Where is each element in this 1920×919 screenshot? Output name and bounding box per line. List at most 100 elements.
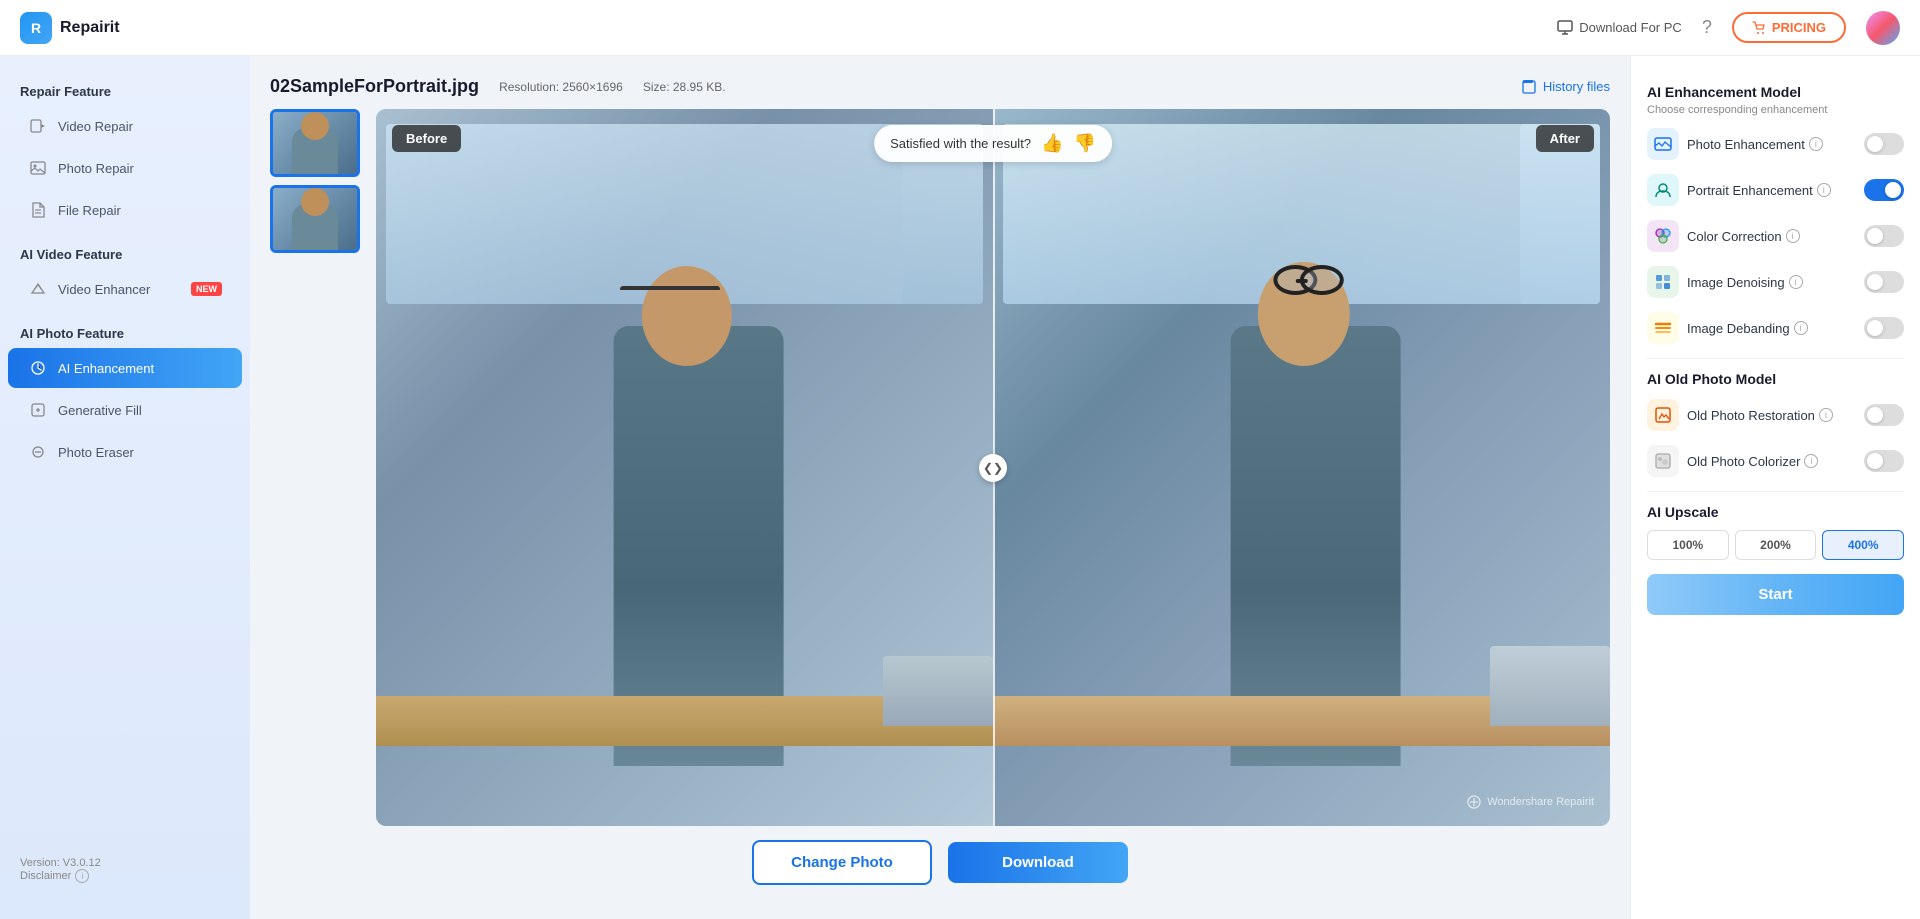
- download-pc-link[interactable]: Download For PC: [1557, 20, 1682, 36]
- old-photo-restoration-icon: [1647, 399, 1679, 431]
- cart-icon: [1752, 21, 1766, 35]
- old-photo-colorizer-info[interactable]: i: [1804, 454, 1818, 468]
- user-avatar[interactable]: [1866, 11, 1900, 45]
- thumbs-up-button[interactable]: 👍: [1041, 133, 1063, 154]
- ai-enhancement-subtitle: Choose corresponding enhancement: [1647, 104, 1904, 116]
- before-image: [376, 109, 993, 826]
- photo-enhancement-row: Photo Enhancement i: [1647, 128, 1904, 160]
- file-info-bar: 02SampleForPortrait.jpg Resolution: 2560…: [270, 76, 1610, 97]
- divider-handle[interactable]: ❮❯: [979, 454, 1007, 482]
- color-correction-toggle[interactable]: [1864, 225, 1904, 247]
- pricing-button[interactable]: PRICING: [1732, 12, 1846, 43]
- sidebar-item-video-enhancer[interactable]: Video Enhancer NEW: [8, 269, 242, 309]
- pricing-label: PRICING: [1772, 20, 1826, 35]
- old-photo-colorizer-toggle[interactable]: [1864, 450, 1904, 472]
- thumb-photo-1: [273, 112, 357, 174]
- sidebar-item-photo-eraser[interactable]: Photo Eraser: [8, 432, 242, 472]
- app-name: Repairit: [60, 19, 120, 37]
- app-logo: R Repairit: [20, 12, 120, 44]
- app-header: R Repairit Download For PC ? PRICING: [0, 0, 1920, 56]
- watermark: Wondershare Repairit: [1466, 794, 1594, 810]
- panel-divider-1: [1647, 358, 1904, 359]
- thumbnail-strip: ✓ ✓: [270, 109, 366, 826]
- sidebar-label-photo-eraser: Photo Eraser: [58, 445, 134, 460]
- old-photo-restoration-toggle[interactable]: [1864, 404, 1904, 426]
- video-repair-icon: [28, 116, 48, 136]
- start-button[interactable]: Start: [1647, 574, 1904, 615]
- color-correction-info[interactable]: i: [1786, 229, 1800, 243]
- before-label: Before: [392, 125, 461, 152]
- sidebar-label-ai-enhancement: AI Enhancement: [58, 361, 154, 376]
- image-debanding-toggle[interactable]: [1864, 317, 1904, 339]
- photo-enhancement-toggle[interactable]: [1864, 133, 1904, 155]
- history-files-label: History files: [1543, 79, 1610, 94]
- ai-upscale-title: AI Upscale: [1647, 504, 1904, 520]
- portrait-enhancement-info[interactable]: i: [1817, 183, 1831, 197]
- photo-eraser-icon: [28, 442, 48, 462]
- sidebar-bottom: Version: V3.0.12 Disclaimer i: [0, 841, 250, 899]
- thumbs-down-button[interactable]: 👎: [1073, 133, 1095, 154]
- ai-enhancement-icon: [28, 358, 48, 378]
- old-photo-colorizer-label: Old Photo Colorizer i: [1687, 454, 1856, 469]
- bottom-bar: Change Photo Download: [270, 826, 1610, 899]
- thumbnail-1[interactable]: ✓: [270, 109, 360, 177]
- sidebar-item-generative-fill[interactable]: Generative Fill: [8, 390, 242, 430]
- portrait-enhancement-toggle[interactable]: [1864, 179, 1904, 201]
- after-image: [993, 109, 1610, 826]
- old-photo-colorizer-icon: [1647, 445, 1679, 477]
- color-correction-row: Color Correction i: [1647, 220, 1904, 252]
- satisfied-popup: Satisfied with the result? 👍 👎: [874, 125, 1112, 162]
- old-photo-restoration-info[interactable]: i: [1819, 408, 1833, 422]
- image-denoising-info[interactable]: i: [1789, 275, 1803, 289]
- image-debanding-icon: [1647, 312, 1679, 344]
- sidebar-item-photo-repair[interactable]: Photo Repair: [8, 148, 242, 188]
- main-layout: Repair Feature Video Repair Photo Repair…: [0, 56, 1920, 919]
- history-files-button[interactable]: History files: [1521, 79, 1610, 95]
- old-photo-colorizer-row: Old Photo Colorizer i: [1647, 445, 1904, 477]
- center-content: 02SampleForPortrait.jpg Resolution: 2560…: [250, 56, 1630, 919]
- image-viewer: Before After Satisfied with the result? …: [376, 109, 1610, 826]
- photo-enhancement-label: Photo Enhancement i: [1687, 137, 1856, 152]
- image-debanding-info[interactable]: i: [1794, 321, 1808, 335]
- generative-fill-icon: [28, 400, 48, 420]
- old-photo-restoration-row: Old Photo Restoration i: [1647, 399, 1904, 431]
- sidebar-item-ai-enhancement[interactable]: AI Enhancement: [8, 348, 242, 388]
- upscale-options: 100% 200% 400%: [1647, 530, 1904, 560]
- old-photo-title: AI Old Photo Model: [1647, 371, 1904, 387]
- sidebar-section-ai-photo: AI Photo Feature: [0, 318, 250, 347]
- monitor-icon: [1557, 20, 1573, 36]
- old-photo-restoration-label: Old Photo Restoration i: [1687, 408, 1856, 423]
- disclaimer-link[interactable]: Disclaimer i: [20, 869, 230, 883]
- photo-enhancement-info[interactable]: i: [1809, 137, 1823, 151]
- download-button[interactable]: Download: [948, 842, 1128, 883]
- change-photo-button[interactable]: Change Photo: [752, 840, 932, 885]
- download-pc-label: Download For PC: [1579, 20, 1682, 35]
- disclaimer-info-icon[interactable]: i: [75, 869, 89, 883]
- file-size: Size: 28.95 KB.: [643, 80, 726, 94]
- photo-enhancement-icon: [1647, 128, 1679, 160]
- image-debanding-label: Image Debanding i: [1687, 321, 1856, 336]
- image-denoising-toggle[interactable]: [1864, 271, 1904, 293]
- upscale-200-button[interactable]: 200%: [1735, 530, 1817, 560]
- panel-divider-2: [1647, 491, 1904, 492]
- image-debanding-row: Image Debanding i: [1647, 312, 1904, 344]
- sidebar-label-file-repair: File Repair: [58, 203, 121, 218]
- video-enhancer-icon: [28, 279, 48, 299]
- upscale-400-button[interactable]: 400%: [1822, 530, 1904, 560]
- color-correction-label: Color Correction i: [1687, 229, 1856, 244]
- portrait-enhancement-row: Portrait Enhancement i: [1647, 174, 1904, 206]
- help-icon[interactable]: ?: [1702, 17, 1712, 38]
- image-denoising-icon: [1647, 266, 1679, 298]
- sidebar-label-video-repair: Video Repair: [58, 119, 133, 134]
- logo-icon: R: [20, 12, 52, 44]
- sidebar-item-file-repair[interactable]: File Repair: [8, 190, 242, 230]
- after-label: After: [1536, 125, 1594, 152]
- thumbnail-2[interactable]: ✓: [270, 185, 360, 253]
- file-resolution: Resolution: 2560×1696: [499, 80, 623, 94]
- upscale-100-button[interactable]: 100%: [1647, 530, 1729, 560]
- photo-repair-icon: [28, 158, 48, 178]
- new-badge: NEW: [191, 282, 222, 296]
- color-correction-icon: [1647, 220, 1679, 252]
- sidebar-section-ai-video: AI Video Feature: [0, 239, 250, 268]
- sidebar-item-video-repair[interactable]: Video Repair: [8, 106, 242, 146]
